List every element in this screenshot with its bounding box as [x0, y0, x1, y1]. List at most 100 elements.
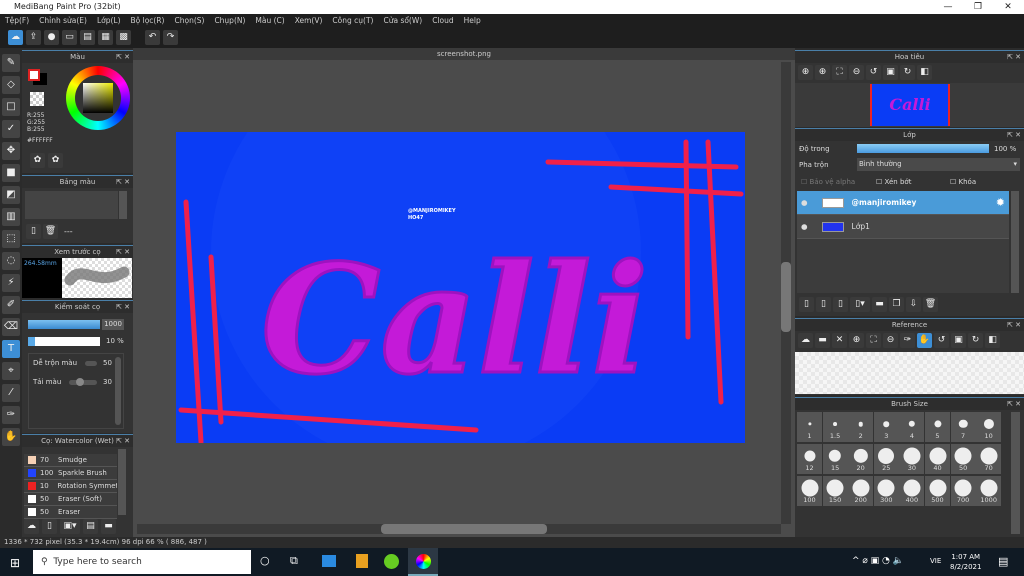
- cortana-icon[interactable]: ○: [260, 554, 270, 567]
- fill-rect-icon[interactable]: ■: [2, 164, 20, 182]
- scrollbar[interactable]: [118, 449, 126, 515]
- menu-item[interactable]: Công cụ(T): [332, 14, 373, 28]
- new-icon[interactable]: ▯: [26, 224, 41, 239]
- export-icon[interactable]: ⇪: [26, 30, 41, 45]
- duplicate-layer-icon[interactable]: ❐: [889, 297, 904, 312]
- new-brush-icon[interactable]: ▯: [42, 519, 57, 534]
- add-layer-menu-icon[interactable]: ▯▾: [850, 297, 870, 312]
- divide-icon[interactable]: ⁄: [2, 384, 20, 402]
- select-pen-tool-icon[interactable]: ✐: [2, 296, 20, 314]
- page-icon[interactable]: ▤: [80, 30, 95, 45]
- transparent-color[interactable]: [30, 92, 44, 106]
- close-button[interactable]: ✕: [994, 0, 1022, 14]
- palette-add-icon[interactable]: ✿: [48, 153, 63, 168]
- color-square[interactable]: [83, 83, 113, 113]
- grid-icon[interactable]: ▩: [116, 30, 131, 45]
- blend-slider[interactable]: [85, 361, 97, 366]
- brush-size-cell[interactable]: 12: [797, 444, 822, 474]
- brush-size-cell[interactable]: 1: [797, 412, 822, 442]
- brush-item[interactable]: 10 Rotation Symmet: [24, 480, 117, 493]
- close-icon[interactable]: ⇱ ✕: [1007, 51, 1021, 63]
- menu-item[interactable]: Cửa sổ(W): [383, 14, 422, 28]
- brush-size-cell[interactable]: 1000: [976, 476, 1002, 506]
- move-tool-icon[interactable]: ✥: [2, 142, 20, 160]
- close-icon[interactable]: ⇱ ✕: [116, 246, 130, 258]
- scrollbar[interactable]: [119, 191, 127, 219]
- layer-opacity-slider[interactable]: [857, 144, 989, 153]
- open-folder-icon[interactable]: ▬: [815, 333, 830, 348]
- zoom-out-icon[interactable]: ⊖: [883, 333, 898, 348]
- hand-icon[interactable]: ✋: [917, 333, 932, 348]
- brush-size-cell[interactable]: 20: [848, 444, 874, 474]
- rotate-right-icon[interactable]: ↻: [968, 333, 983, 348]
- maximize-button[interactable]: ❐: [964, 0, 992, 14]
- gradient-icon[interactable]: ▥: [2, 208, 20, 226]
- select-pen-icon[interactable]: ✓: [2, 120, 20, 138]
- dot-tool-icon[interactable]: □: [2, 98, 20, 116]
- delete-layer-icon[interactable]: 🗑: [923, 297, 938, 312]
- store-icon[interactable]: [356, 554, 368, 568]
- brush-size-cell[interactable]: 25: [873, 444, 899, 474]
- load-slider[interactable]: [69, 378, 97, 386]
- undo-icon[interactable]: ↶: [145, 30, 160, 45]
- brush-size-cell[interactable]: 4: [899, 412, 925, 442]
- layer-item[interactable]: ● Lớp1: [797, 215, 1009, 239]
- horizontal-scrollbar[interactable]: [137, 524, 781, 534]
- canvas[interactable]: Calli @MANJIROMIKEY HO47: [176, 37, 745, 467]
- brush-size-cell[interactable]: 150: [822, 476, 848, 506]
- close-icon[interactable]: ⇱ ✕: [116, 51, 130, 63]
- zoom-actual-icon[interactable]: ⊕: [798, 65, 813, 80]
- brush-item[interactable]: 70 Smudge: [24, 454, 117, 467]
- menu-item[interactable]: Xem(V): [295, 14, 323, 28]
- blend-mode-select[interactable]: Bình thường ▾: [857, 158, 1020, 171]
- menu-item[interactable]: Màu (C): [255, 14, 284, 28]
- redo-icon[interactable]: ↷: [163, 30, 178, 45]
- clock[interactable]: 1:07 AM 8/2/2021: [950, 552, 981, 572]
- add-brush-icon[interactable]: ▣▾: [60, 519, 80, 534]
- select-rect-icon[interactable]: ⬚: [2, 230, 20, 248]
- menu-item[interactable]: Bộ lọc(R): [131, 14, 165, 28]
- brush-size-cell[interactable]: 1.5: [822, 412, 848, 442]
- cloud-icon[interactable]: ☁: [8, 30, 23, 45]
- new-layer-icon[interactable]: ▯: [799, 297, 814, 312]
- scrollbar[interactable]: [1011, 191, 1019, 293]
- reset-icon[interactable]: ▣: [883, 65, 898, 80]
- brush-size-cell[interactable]: 3: [873, 412, 899, 442]
- rotate-right-icon[interactable]: ↻: [900, 65, 915, 80]
- close-icon[interactable]: ⇱ ✕: [1007, 398, 1021, 410]
- cloud-icon[interactable]: ☁: [798, 333, 813, 348]
- notification-icon[interactable]: ▤: [998, 555, 1008, 568]
- menu-item[interactable]: Lớp(L): [97, 14, 121, 28]
- minimize-button[interactable]: —: [934, 0, 962, 14]
- brush-size-cell[interactable]: 100: [797, 476, 822, 506]
- menu-item[interactable]: Chụp(N): [214, 14, 245, 28]
- language-indicator[interactable]: VIE: [930, 557, 941, 565]
- trash-icon[interactable]: 🗑: [43, 224, 58, 239]
- scrollbar[interactable]: [1011, 412, 1020, 534]
- system-tray-icons[interactable]: ^ ⌀ ▣ ◔ 🔈: [852, 556, 904, 566]
- flip-icon[interactable]: ◧: [917, 65, 932, 80]
- foreground-color[interactable]: [28, 69, 40, 81]
- brush-size-cell[interactable]: 500: [925, 476, 950, 506]
- rotate-left-icon[interactable]: ↺: [934, 333, 949, 348]
- lock-checkbox[interactable]: ☐ Khóa: [950, 178, 976, 186]
- browser-icon[interactable]: [384, 554, 399, 569]
- menu-item[interactable]: Chọn(S): [174, 14, 204, 28]
- brush-size-cell[interactable]: 7: [950, 412, 976, 442]
- brush-size-cell[interactable]: 700: [950, 476, 976, 506]
- brush-size-cell[interactable]: 5: [925, 412, 950, 442]
- brush-size-cell[interactable]: 30: [899, 444, 925, 474]
- menu-item[interactable]: Tệp(F): [5, 14, 29, 28]
- visibility-icon[interactable]: ●: [801, 198, 808, 207]
- navigator-preview[interactable]: Calli: [795, 83, 1024, 127]
- visibility-icon[interactable]: ●: [801, 222, 808, 231]
- close-icon[interactable]: ⇱ ✕: [116, 301, 130, 313]
- brush-size-cell[interactable]: 40: [925, 444, 950, 474]
- brush-size-cell[interactable]: 400: [899, 476, 925, 506]
- pages-icon[interactable]: ▦: [98, 30, 113, 45]
- select-eraser-icon[interactable]: ⌫: [2, 318, 20, 336]
- alpha-protect-checkbox[interactable]: ☐ Bảo vệ alpha: [801, 178, 855, 186]
- brush-size-cell[interactable]: 300: [873, 476, 899, 506]
- folder-icon[interactable]: ▬: [101, 519, 116, 534]
- brush-size-cell[interactable]: 200: [848, 476, 874, 506]
